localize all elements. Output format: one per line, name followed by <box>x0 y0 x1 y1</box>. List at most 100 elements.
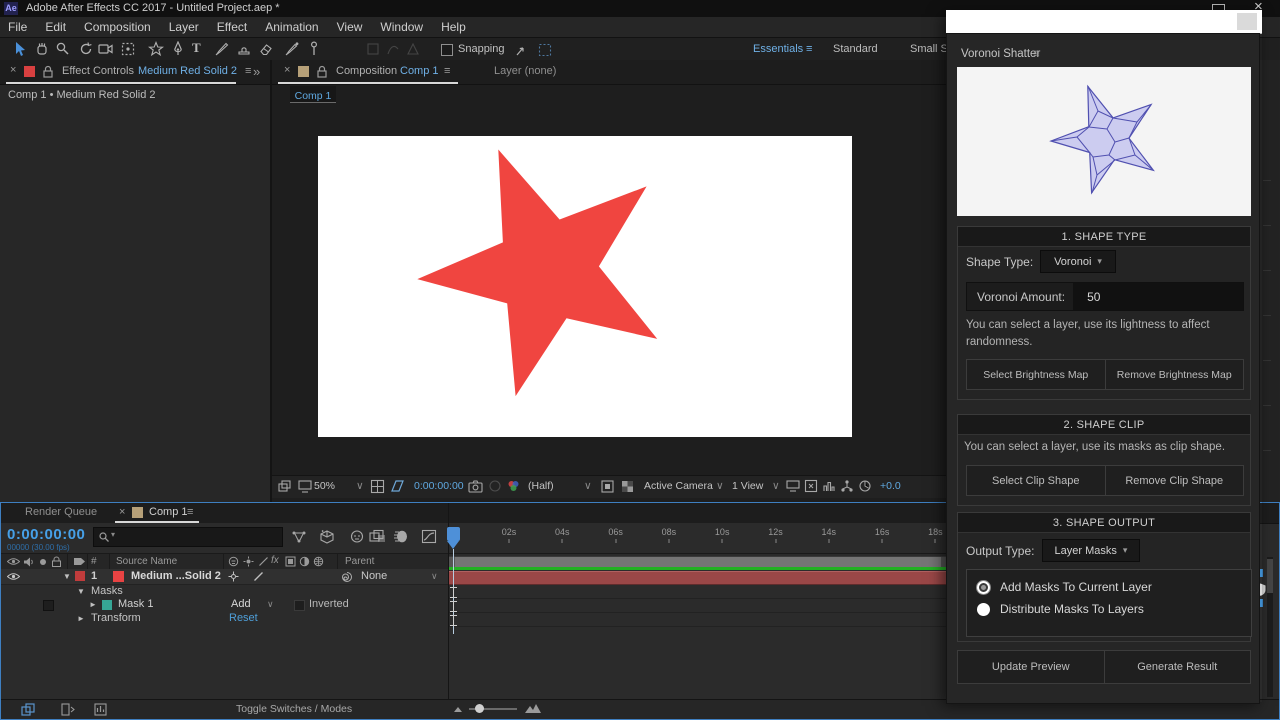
search-options-arrow-icon[interactable]: ▾ <box>111 530 115 539</box>
menu-item-layer[interactable]: Layer <box>169 20 199 34</box>
puppet-pin-tool-icon[interactable] <box>306 41 322 57</box>
view-layout-dropdown[interactable]: 1 View <box>732 480 763 492</box>
zoom-in-mountain-icon[interactable] <box>525 703 541 714</box>
expand-in-out-icon[interactable] <box>61 703 75 716</box>
snapping-checkbox[interactable] <box>441 44 453 56</box>
transform-expander-icon[interactable]: ► <box>77 614 85 623</box>
select-clip-shape-button[interactable]: Select Clip Shape <box>967 466 1105 495</box>
shy-layers-icon[interactable] <box>349 529 365 544</box>
mask-expander-icon[interactable]: ► <box>89 600 97 609</box>
menu-item-window[interactable]: Window <box>380 20 423 34</box>
parent-dropdown[interactable]: None <box>361 570 387 582</box>
hand-tool-icon[interactable] <box>34 41 50 57</box>
transform-group-label[interactable]: Transform <box>91 612 141 624</box>
current-time-indicator[interactable] <box>447 527 460 541</box>
expand-transfer-controls-icon[interactable] <box>21 703 35 716</box>
brush-tool-icon[interactable] <box>214 41 230 57</box>
distribute-masks-radio-label[interactable]: Distribute Masks To Layers <box>1000 602 1144 616</box>
remove-brightness-map-button[interactable]: Remove Brightness Map <box>1106 360 1244 389</box>
pixel-aspect-icon[interactable] <box>804 479 818 493</box>
timeline-search-input[interactable]: ▾ <box>93 527 283 547</box>
effect-controls-target-name[interactable]: Medium Red Solid 2 <box>138 65 237 77</box>
region-of-interest-icon[interactable] <box>600 479 615 494</box>
eraser-tool-icon[interactable] <box>258 41 274 57</box>
mask-row-checkbox[interactable] <box>43 600 54 611</box>
add-masks-radio[interactable] <box>977 581 990 594</box>
rotation-tool-icon[interactable] <box>78 41 94 57</box>
menu-item-effect[interactable]: Effect <box>217 20 247 34</box>
panel-lock-icon[interactable] <box>316 65 328 78</box>
layer-tab-label[interactable]: Layer (none) <box>494 65 556 77</box>
parent-dropdown-arrow-icon[interactable]: ∨ <box>431 571 438 582</box>
layer-expander-icon[interactable]: ▼ <box>63 572 71 581</box>
expand-render-time-icon[interactable] <box>94 703 107 716</box>
pan-behind-tool-icon[interactable] <box>120 41 136 57</box>
frame-blending-icon[interactable] <box>369 529 386 544</box>
always-preview-icon[interactable] <box>278 480 292 493</box>
mask-name[interactable]: Mask 1 <box>118 598 153 610</box>
snap-region-icon[interactable] <box>537 42 553 58</box>
mini-flowchart-icon[interactable] <box>840 479 854 493</box>
render-queue-tab[interactable]: Render Queue <box>25 506 97 518</box>
snapshot-icon[interactable] <box>468 479 483 493</box>
composition-tab-comp-name[interactable]: Comp 1 <box>400 65 439 77</box>
update-preview-button[interactable]: Update Preview <box>958 651 1104 683</box>
timeline-vertical-scrollbar[interactable] <box>1267 557 1273 697</box>
view-layout-arrow-icon[interactable]: ∨ <box>772 480 780 492</box>
resolution-dropdown[interactable]: (Half) <box>528 480 554 492</box>
transform-reset-link[interactable]: Reset <box>229 612 258 624</box>
transparency-grid-icon[interactable] <box>620 479 635 494</box>
share-view-icon[interactable] <box>786 479 800 493</box>
parent-pickwhip-icon[interactable] <box>341 571 353 583</box>
menu-item-help[interactable]: Help <box>441 20 466 34</box>
pen-tool-icon[interactable] <box>170 41 186 57</box>
layer-duration-bar[interactable] <box>449 571 947 585</box>
script-window-titlebar[interactable] <box>946 10 1262 34</box>
motion-blur-icon[interactable] <box>393 529 409 544</box>
remove-clip-shape-button[interactable]: Remove Clip Shape <box>1106 466 1244 495</box>
timeline-zoom-slider-knob[interactable] <box>475 704 484 713</box>
panel-lock-icon[interactable] <box>42 65 54 78</box>
camera-view-arrow-icon[interactable]: ∨ <box>716 480 724 492</box>
timeline-zoom-slider[interactable] <box>469 708 517 710</box>
roto-brush-tool-icon[interactable] <box>284 41 300 57</box>
menu-item-view[interactable]: View <box>337 20 363 34</box>
timeline-tab-close-icon[interactable]: × <box>119 506 125 518</box>
exposure-histogram-icon[interactable] <box>822 479 836 493</box>
layer-label-color-chip[interactable] <box>75 571 85 581</box>
timeline-timecode[interactable]: 0:00:00:00 <box>7 526 85 543</box>
layer-quality-switch-icon[interactable] <box>253 571 264 582</box>
mask-inverted-checkbox[interactable] <box>294 600 305 611</box>
layer-name[interactable]: Medium ...Solid 2 <box>131 570 221 582</box>
mask-visibility-icon[interactable] <box>390 479 405 494</box>
magnification-arrow-icon[interactable]: ∨ <box>356 480 364 492</box>
grid-guides-icon[interactable] <box>370 479 385 494</box>
tab-overflow-icon[interactable]: » <box>253 64 260 79</box>
zoom-out-mountain-icon[interactable] <box>454 705 464 713</box>
masks-group-label[interactable]: Masks <box>91 585 123 597</box>
panel-menu-icon[interactable]: ≡ <box>1033 48 1040 60</box>
panel-menu-icon[interactable]: ≡ <box>444 65 450 77</box>
work-area-bar[interactable] <box>449 556 947 567</box>
output-type-dropdown[interactable]: Layer Masks ▾ <box>1042 539 1140 562</box>
composition-canvas[interactable] <box>318 136 852 437</box>
workspace-essentials[interactable]: Essentials <box>753 43 803 55</box>
menu-item-composition[interactable]: Composition <box>84 20 151 34</box>
show-channel-icon[interactable] <box>506 479 521 493</box>
layer-visibility-eye-icon[interactable] <box>7 572 20 581</box>
generate-result-button[interactable]: Generate Result <box>1105 651 1251 683</box>
timeline-comp-tab[interactable]: Comp 1 <box>149 506 188 518</box>
time-ruler[interactable]: 02s04s06s08s10s12s14s16s18s <box>449 523 947 554</box>
type-tool-icon[interactable]: T <box>192 40 201 56</box>
voronoi-shatter-tab-label[interactable]: Voronoi Shatter <box>961 48 1040 60</box>
camera-tool-icon[interactable] <box>98 42 114 56</box>
voronoi-amount-input[interactable]: 50 <box>1073 283 1243 310</box>
source-name-column-header[interactable]: Source Name <box>116 556 177 567</box>
script-window-close-button[interactable] <box>1237 13 1257 30</box>
menu-item-animation[interactable]: Animation <box>265 20 318 34</box>
add-masks-radio-label[interactable]: Add Masks To Current Layer <box>1000 580 1152 594</box>
mask-mode-dropdown[interactable]: Add <box>231 598 251 610</box>
exposure-value[interactable]: +0.0 <box>880 480 901 492</box>
toggle-switches-modes-button[interactable]: Toggle Switches / Modes <box>236 703 352 715</box>
reset-exposure-icon[interactable] <box>858 479 872 493</box>
